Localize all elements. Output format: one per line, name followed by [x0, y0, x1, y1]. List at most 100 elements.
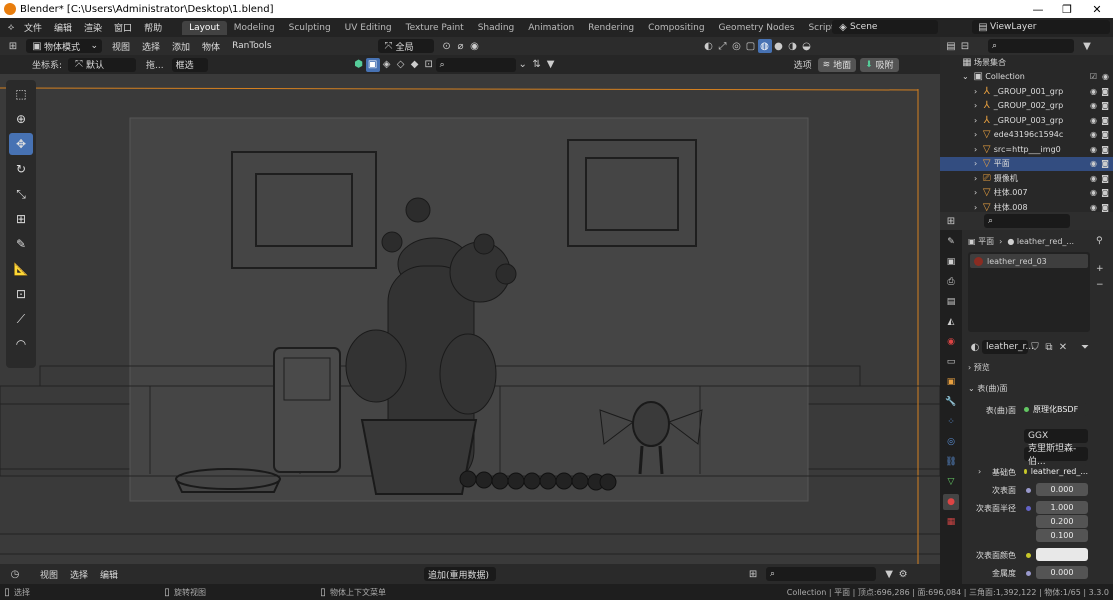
- outliner-item[interactable]: › ⅄ _GROUP_001_grp ◉ ◙: [940, 84, 1113, 99]
- view-layer-selector[interactable]: ▤ ViewLayer: [972, 20, 1110, 34]
- properties-editor-icon[interactable]: ⊞: [944, 214, 958, 228]
- tab-uv-editing[interactable]: UV Editing: [338, 21, 399, 35]
- checkbox-icon[interactable]: ☑: [1090, 72, 1097, 81]
- timeline-search-input[interactable]: ⌕: [766, 567, 877, 581]
- select-subtract-icon[interactable]: ◇: [394, 58, 408, 72]
- filter-icon[interactable]: ▼: [1080, 39, 1094, 53]
- timeline-menu-edit[interactable]: 编辑: [94, 568, 124, 581]
- subsurface-radius-z[interactable]: 0.100: [1036, 529, 1088, 542]
- outliner-item[interactable]: › ▽ 柱体.007 ◉ ◙: [940, 186, 1113, 201]
- tab-texture-paint[interactable]: Texture Paint: [399, 21, 471, 35]
- add-cube-tool[interactable]: ⊡: [9, 283, 33, 305]
- timeline-editor-icon[interactable]: ◷: [8, 567, 22, 581]
- properties-search-input[interactable]: ⌕: [984, 214, 1070, 228]
- camera-restrict-icon[interactable]: ◙: [1101, 101, 1109, 110]
- options-menu[interactable]: 选项: [794, 58, 812, 71]
- visibility-icon[interactable]: ◐: [702, 39, 716, 53]
- transform-tool[interactable]: ⊞: [9, 208, 33, 230]
- tab-layout[interactable]: Layout: [182, 20, 227, 35]
- cursor-tool[interactable]: ⊕: [9, 108, 33, 130]
- tab-modeling[interactable]: Modeling: [227, 21, 282, 35]
- physics-tab-icon[interactable]: ◎: [943, 434, 959, 450]
- overlay-icon[interactable]: ◎: [730, 39, 744, 53]
- gear-icon[interactable]: ⚙: [896, 567, 910, 581]
- constraints-tab-icon[interactable]: ⛓: [943, 454, 959, 470]
- outliner-search-input[interactable]: ⌕: [988, 39, 1074, 53]
- select-extend-icon[interactable]: ◈: [380, 58, 394, 72]
- grid-icon[interactable]: ⊞: [746, 567, 760, 581]
- select-mode-icon[interactable]: ▣: [365, 57, 380, 72]
- menu-view[interactable]: 视图: [106, 40, 136, 53]
- eye-icon[interactable]: ◉: [1090, 188, 1097, 197]
- chevron-down-icon[interactable]: ⌄: [516, 58, 530, 72]
- camera-restrict-icon[interactable]: ◙: [1101, 116, 1109, 125]
- outliner-item[interactable]: › ▽ src=http___img0 ◉ ◙: [940, 142, 1113, 157]
- viewport-search-input[interactable]: ⌕: [435, 57, 516, 72]
- camera-restrict-icon[interactable]: ◙: [1101, 174, 1109, 183]
- mode-dropdown[interactable]: ▣ 物体模式 ⌄: [26, 39, 102, 53]
- tab-compositing[interactable]: Compositing: [641, 21, 711, 35]
- snap-icon[interactable]: ⌀: [454, 39, 468, 53]
- eye-icon[interactable]: ◉: [1090, 203, 1097, 212]
- subsurface-radius-y[interactable]: 0.200: [1036, 515, 1088, 528]
- world-tab-icon[interactable]: ◉: [943, 334, 959, 350]
- camera-restrict-icon[interactable]: ◙: [1101, 159, 1109, 168]
- eye-icon[interactable]: ◉: [1090, 101, 1097, 110]
- base-color-field[interactable]: leather_red_...: [1024, 465, 1088, 478]
- coord-system-dropdown[interactable]: ⤧ 默认: [68, 57, 137, 72]
- ground-button[interactable]: ≋ 地面: [817, 57, 857, 72]
- eye-icon[interactable]: ◉: [1090, 159, 1097, 168]
- surface-panel-header[interactable]: ⌄ 表(曲)面: [968, 383, 1108, 394]
- remove-slot-icon[interactable]: −: [1096, 280, 1104, 290]
- minimize-button[interactable]: —: [1023, 0, 1053, 18]
- rantools-hex-icon[interactable]: ⬢: [352, 58, 366, 72]
- unlink-icon[interactable]: ✕: [1056, 340, 1070, 354]
- timeline-menu-view[interactable]: 视图: [34, 568, 64, 581]
- outliner-item[interactable]: › ⅄ _GROUP_002_grp ◉ ◙: [940, 99, 1113, 114]
- object-tab-icon[interactable]: ▣: [943, 374, 959, 390]
- menu-window[interactable]: 窗口: [108, 21, 138, 34]
- eye-icon[interactable]: ◉: [1090, 87, 1097, 96]
- spin-tool[interactable]: ◠: [9, 333, 33, 355]
- shear-tool[interactable]: ⟋: [9, 308, 33, 330]
- render-tab-icon[interactable]: ▣: [943, 254, 959, 270]
- menu-object[interactable]: 物体: [196, 40, 226, 53]
- pivot-icon[interactable]: ⊙: [440, 39, 454, 53]
- material-name-field[interactable]: leather_r...: [982, 340, 1034, 354]
- camera-restrict-icon[interactable]: ◙: [1101, 188, 1109, 197]
- subsurface-color-swatch[interactable]: [1036, 548, 1088, 561]
- data-tab-icon[interactable]: ▽: [943, 474, 959, 490]
- move-tool[interactable]: ✥: [9, 133, 33, 155]
- texture-tab-icon[interactable]: ▦: [943, 514, 959, 530]
- select-invert-icon[interactable]: ◆: [408, 58, 422, 72]
- scale-tool[interactable]: ⤡: [9, 183, 33, 205]
- menu-select[interactable]: 选择: [136, 40, 166, 53]
- surface-shader-field[interactable]: 原理化BSDF: [1024, 403, 1088, 416]
- scene-tab-icon[interactable]: ◭: [943, 314, 959, 330]
- 3d-viewport[interactable]: [0, 74, 940, 564]
- material-tab-icon[interactable]: ●: [943, 494, 959, 510]
- snap-button[interactable]: ⬇ 吸附: [860, 57, 899, 72]
- playback-dropdown[interactable]: 追加(重用数据): [424, 567, 497, 581]
- tab-shading[interactable]: Shading: [471, 21, 522, 35]
- camera-restrict-icon[interactable]: ◙: [1101, 145, 1109, 154]
- proportional-edit-icon[interactable]: ◉: [468, 39, 482, 53]
- outliner-scene-collection[interactable]: ▦ 场景集合: [940, 55, 1113, 70]
- add-slot-icon[interactable]: +: [1096, 264, 1104, 274]
- eye-icon[interactable]: ◉: [1090, 145, 1097, 154]
- scene-selector[interactable]: ◈ Scene: [832, 20, 938, 34]
- filter-icon[interactable]: ▼: [544, 58, 558, 72]
- annotate-tool[interactable]: ✎: [9, 233, 33, 255]
- camera-restrict-icon[interactable]: ◙: [1101, 130, 1109, 139]
- camera-restrict-icon[interactable]: ◉: [1102, 72, 1109, 81]
- modifier-tab-icon[interactable]: 🔧: [943, 394, 959, 410]
- output-tab-icon[interactable]: ⎙: [943, 274, 959, 290]
- tab-rendering[interactable]: Rendering: [581, 21, 641, 35]
- material-slot-list[interactable]: leather_red_03: [968, 252, 1090, 332]
- view-layer-tab-icon[interactable]: ▤: [943, 294, 959, 310]
- transform-orientation-dropdown[interactable]: ⤧ 全局: [377, 39, 434, 53]
- collection-tab-icon[interactable]: ▭: [943, 354, 959, 370]
- gizmo-icon[interactable]: ⤢: [716, 39, 730, 53]
- sort-icon[interactable]: ⇅: [530, 58, 544, 72]
- editor-type-icon[interactable]: ⊞: [6, 39, 20, 53]
